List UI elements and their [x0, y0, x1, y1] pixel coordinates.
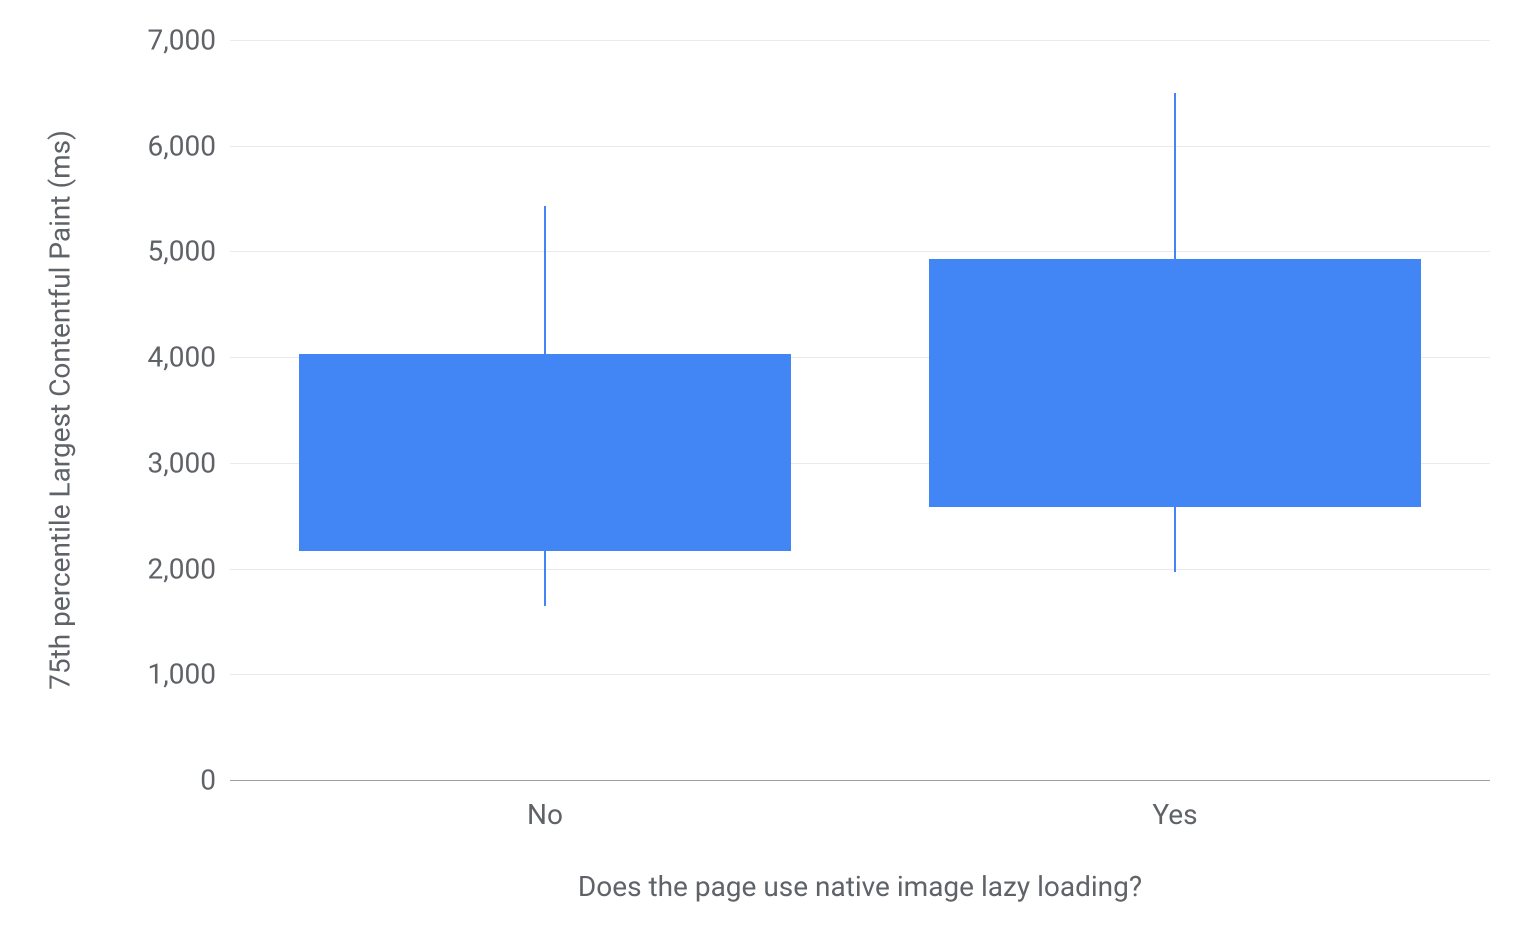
y-tick-label: 3,000 — [148, 446, 216, 479]
grid-line — [230, 569, 1490, 570]
box-rect — [929, 259, 1420, 507]
y-tick-label: 0 — [200, 764, 216, 797]
y-tick-label: 7,000 — [148, 24, 216, 57]
y-tick-label: 6,000 — [148, 129, 216, 162]
boxplot-chart: 75th percentile Largest Contentful Paint… — [0, 0, 1540, 940]
box-rect — [299, 354, 790, 551]
grid-line — [230, 674, 1490, 675]
plot-area: 01,0002,0003,0004,0005,0006,0007,000NoYe… — [230, 40, 1490, 780]
y-tick-label: 1,000 — [148, 658, 216, 691]
grid-line — [230, 146, 1490, 147]
x-tick-label: Yes — [1152, 798, 1197, 831]
grid-line — [230, 40, 1490, 41]
y-tick-label: 2,000 — [148, 552, 216, 585]
y-tick-label: 4,000 — [148, 341, 216, 374]
x-axis-title: Does the page use native image lazy load… — [578, 870, 1142, 903]
x-tick-label: No — [527, 798, 563, 831]
grid-line — [230, 251, 1490, 252]
y-axis-title: 75th percentile Largest Contentful Paint… — [44, 130, 77, 690]
x-axis-line — [230, 780, 1490, 781]
y-tick-label: 5,000 — [148, 235, 216, 268]
